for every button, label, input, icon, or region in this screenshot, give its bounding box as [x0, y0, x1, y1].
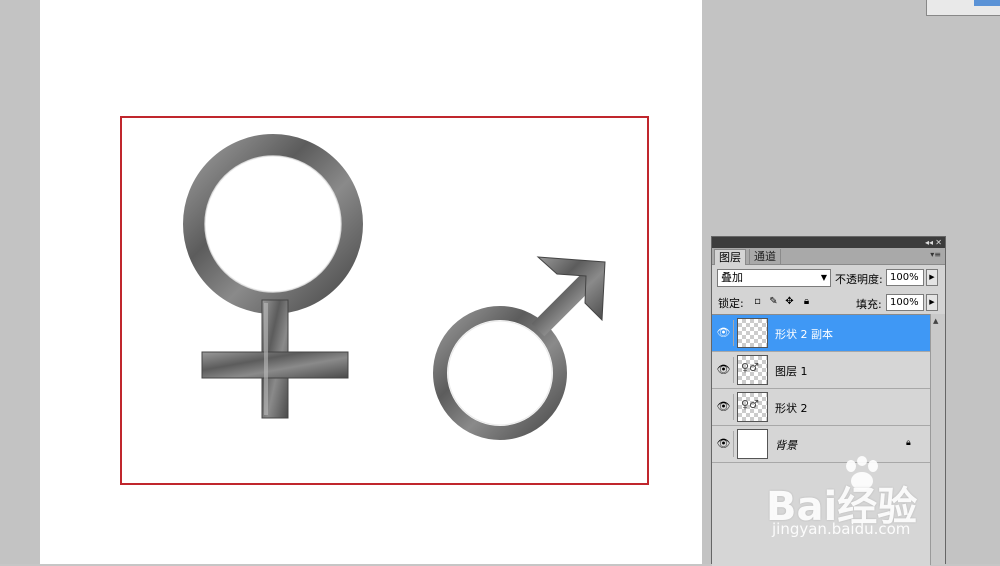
female-symbol — [183, 134, 363, 419]
photoshop-workspace: ◂◂ ✕ 图层 通道 ▾≡ 叠加 ▼ 不透明度: 100% ▶ 锁定: ▫ ✎ … — [0, 0, 1000, 566]
chevron-down-icon: ▼ — [820, 273, 827, 282]
eye-icon[interactable]: 👁︎ — [714, 394, 734, 420]
layer-name: 形状 2 — [775, 402, 808, 415]
layer-name: 背景 — [775, 439, 797, 452]
opacity-input[interactable]: 100% — [886, 269, 924, 286]
layer-thumbnail: ♀♂ — [737, 355, 768, 385]
opacity-slider-button[interactable]: ▶ — [926, 269, 938, 286]
blend-mode-select[interactable]: 叠加 ▼ — [717, 269, 831, 287]
symbols-thumbnail-icon: ♀♂ — [741, 398, 759, 411]
panel-menu-icon[interactable]: ▾≡ — [930, 250, 941, 259]
layer-row-shape2[interactable]: 👁︎ ♀♂ 形状 2 — [712, 389, 930, 426]
symbols-thumbnail-icon: ♀♂ — [741, 361, 759, 374]
layer-thumbnail — [737, 318, 768, 348]
layer-thumbnail: ♀♂ — [737, 392, 768, 422]
watermark-url: jingyan.baidu.com — [772, 520, 911, 538]
tab-layers[interactable]: 图层 — [714, 249, 746, 265]
male-symbol — [433, 256, 606, 440]
blend-mode-value: 叠加 — [721, 271, 743, 284]
tab-channels[interactable]: 通道 — [749, 249, 781, 265]
close-icon[interactable]: ✕ — [935, 237, 942, 248]
lock-pixels-brush-icon[interactable]: ✎ — [768, 296, 779, 307]
fill-label: 填充: — [856, 298, 882, 311]
document-canvas[interactable] — [40, 0, 702, 564]
lock-icon: 🔒︎ — [906, 438, 911, 448]
top-panel-stub — [926, 0, 1000, 16]
layer-row-layer1[interactable]: 👁︎ ♀♂ 图层 1 — [712, 352, 930, 389]
lock-all-icon[interactable]: 🔒︎ — [801, 296, 812, 307]
canvas-artwork — [120, 116, 649, 485]
fill-slider-button[interactable]: ▶ — [926, 294, 938, 311]
lock-row: 锁定: ▫ ✎ ✥ 🔒︎ 填充: 100% ▶ — [712, 292, 945, 312]
opacity-label: 不透明度: — [835, 273, 883, 286]
eye-icon[interactable]: 👁︎ — [714, 320, 734, 346]
lock-position-move-icon[interactable]: ✥ — [784, 296, 795, 307]
scroll-up-icon[interactable]: ▲ — [933, 317, 938, 325]
lock-transparency-icon[interactable]: ▫ — [752, 296, 763, 307]
panel-tabs: 图层 通道 ▾≡ — [712, 248, 945, 265]
panel-titlebar: ◂◂ ✕ — [712, 237, 945, 248]
collapse-icon[interactable]: ◂◂ — [925, 237, 933, 248]
layer-thumbnail — [737, 429, 768, 459]
layer-name: 图层 1 — [775, 365, 808, 378]
baidu-jingyan-watermark: Bai经验 jingyan.baidu.com — [766, 456, 1000, 548]
eye-icon[interactable]: 👁︎ — [714, 357, 734, 383]
lock-label: 锁定: — [718, 297, 744, 310]
eye-icon[interactable]: 👁︎ — [714, 431, 734, 457]
layer-row-shape2-copy[interactable]: 👁︎ 形状 2 副本 — [712, 315, 930, 352]
fill-input[interactable]: 100% — [886, 294, 924, 311]
layer-name: 形状 2 副本 — [775, 328, 833, 341]
